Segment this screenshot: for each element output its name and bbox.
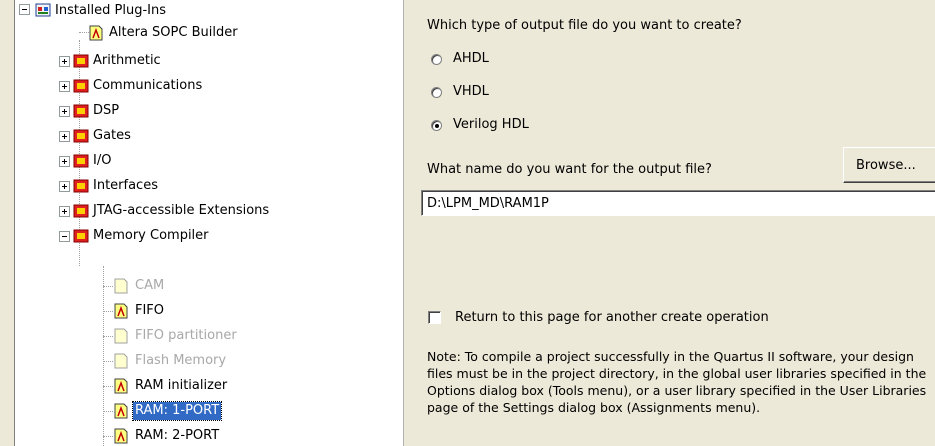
expand-dsp-toggle[interactable] (59, 106, 70, 117)
folder-icon (73, 53, 89, 69)
tree-item-communications[interactable]: Communications (91, 77, 204, 95)
output-name-question: What name do you want for the output fil… (427, 162, 712, 177)
tree-item-fifo-partitioner: FIFO partitioner (135, 328, 237, 343)
folder-icon (73, 178, 89, 194)
return-checkbox-label[interactable]: Return to this page for another create o… (455, 310, 769, 325)
output-type-question: Which type of output file do you want to… (427, 18, 742, 33)
plugin-tree[interactable]: Installed Plug-Ins Altera SOPC Builder A… (14, 0, 404, 446)
tree-item-arithmetic[interactable]: Arithmetic (91, 52, 163, 70)
expand-arithmetic-toggle[interactable] (59, 56, 70, 67)
megafunction-disabled-icon (113, 328, 129, 344)
tree-item-flash-memory: Flash Memory (135, 353, 227, 368)
radio-selected-dot (435, 124, 439, 128)
folder-icon (73, 103, 89, 119)
folder-icon (73, 128, 89, 144)
tree-root-label[interactable]: Installed Plug-Ins (53, 2, 168, 20)
expand-gates-toggle[interactable] (59, 131, 70, 142)
quartus-note: Note: To compile a project successfully … (427, 349, 927, 415)
collapse-memory-compiler-toggle[interactable] (59, 231, 70, 242)
folder-icon (73, 78, 89, 94)
folder-icon (73, 153, 89, 169)
tree-item-altera-sopc-builder[interactable]: Altera SOPC Builder (107, 24, 240, 42)
tree-item-gates[interactable]: Gates (91, 127, 133, 145)
expand-jtag-toggle[interactable] (59, 206, 70, 217)
tree-item-ram-initializer[interactable]: RAM initializer (133, 377, 229, 395)
radio-vhdl[interactable] (431, 87, 442, 98)
tree-item-cam: CAM (135, 278, 165, 293)
tree-item-interfaces[interactable]: Interfaces (91, 177, 160, 195)
tree-item-fifo[interactable]: FIFO (133, 302, 166, 320)
megafunction-disabled-icon (113, 353, 129, 369)
output-file-input[interactable] (421, 190, 935, 216)
plugins-root-icon (35, 2, 51, 18)
tree-item-jtag-accessible-extensions[interactable]: JTAG-accessible Extensions (91, 202, 271, 220)
tree-item-ram-1-port[interactable]: RAM: 1-PORT (131, 401, 223, 421)
megafunction-disabled-icon (113, 278, 129, 294)
tree-item-dsp[interactable]: DSP (91, 102, 121, 120)
return-checkbox[interactable] (428, 311, 441, 324)
expand-interfaces-toggle[interactable] (59, 181, 70, 192)
tree-item-ram-2-port[interactable]: RAM: 2-PORT (133, 427, 221, 445)
megafunction-icon (113, 403, 129, 419)
browse-button[interactable]: Browse... (843, 147, 935, 183)
tree-item-memory-compiler[interactable]: Memory Compiler (91, 227, 211, 245)
folder-icon (73, 203, 89, 219)
folder-icon (73, 228, 89, 244)
tree-item-io[interactable]: I/O (91, 152, 113, 170)
megafunction-icon (113, 378, 129, 394)
megafunction-icon (113, 303, 129, 319)
megafunction-icon (113, 428, 129, 444)
expand-communications-toggle[interactable] (59, 81, 70, 92)
radio-vhdl-label[interactable]: VHDL (453, 84, 489, 99)
radio-verilog-hdl[interactable] (431, 120, 442, 131)
expand-io-toggle[interactable] (59, 156, 70, 167)
radio-ahdl-label[interactable]: AHDL (453, 51, 489, 66)
collapse-root-toggle[interactable] (19, 4, 30, 15)
plugin-file-icon (88, 25, 104, 41)
radio-ahdl[interactable] (431, 54, 442, 65)
radio-verilog-hdl-label[interactable]: Verilog HDL (453, 117, 529, 132)
